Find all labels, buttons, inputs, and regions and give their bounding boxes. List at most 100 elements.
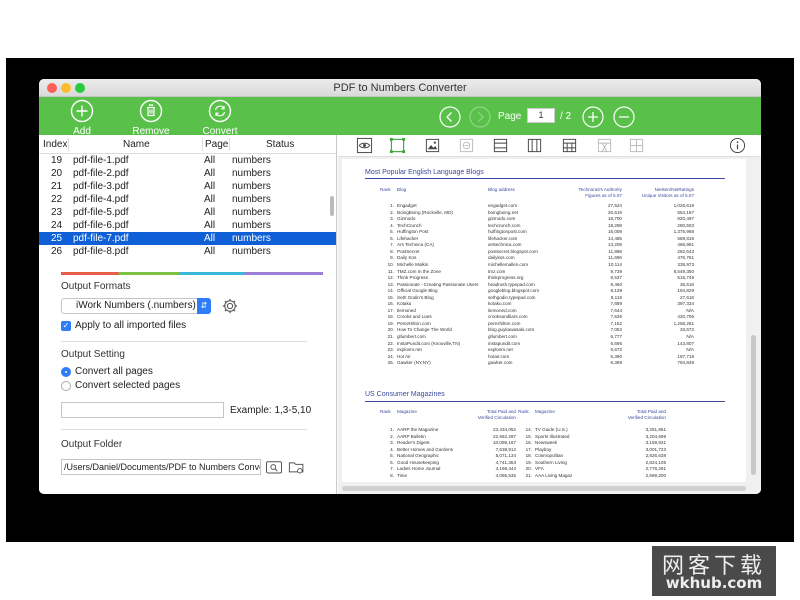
table-row[interactable]: 23 pdf-file-5.pdf All numbers	[39, 206, 336, 219]
doc-header-mag-name: Magazine	[397, 409, 417, 414]
doc-table-cell: 33,673	[679, 327, 694, 333]
table-row[interactable]: 19 pdf-file-1.pdf All numbers	[39, 154, 336, 167]
file-panel: Index Name Page Status 19 pdf-file-1.pdf A…	[39, 135, 337, 494]
doc-table-cell: 6,777	[610, 334, 623, 339]
open-folder-icon[interactable]	[287, 458, 306, 476]
header-page[interactable]: Page	[205, 139, 228, 150]
doc-table-cell: 143,807	[677, 340, 694, 346]
table-row[interactable]: 25 pdf-file-7.pdf All numbers	[39, 232, 336, 245]
zoom-in-icon[interactable]	[582, 106, 604, 128]
convert-selected-radio[interactable]	[61, 381, 71, 391]
doc-table-cell: 5.	[390, 453, 394, 459]
convert-button[interactable]: Convert	[190, 99, 250, 137]
file-table-header: Index Name Page Status	[39, 135, 336, 154]
eye-icon[interactable]	[356, 137, 373, 154]
doc-table-cell: 20.	[525, 466, 532, 472]
doc-table-cell: Gawker (NY,NY)	[397, 360, 431, 366]
cell-index: 23	[51, 207, 63, 218]
prev-page-icon[interactable]	[439, 106, 461, 128]
doc-title-blogs: Most Popular English Language Blogs	[365, 169, 484, 176]
table-row[interactable]: 20 pdf-file-2.pdf All numbers	[39, 167, 336, 180]
merge-cells-icon[interactable]	[596, 137, 613, 154]
convert-all-radio[interactable]	[61, 367, 71, 377]
doc-table-cell: 1.	[390, 427, 394, 432]
doc-table-cell: Time	[397, 472, 408, 478]
doc-table-cell: 2,778,291	[645, 466, 666, 472]
doc-table-cell: 5.	[390, 229, 394, 235]
refresh-icon	[208, 99, 232, 123]
doc-table-cell: 8,460	[610, 281, 623, 287]
next-page-icon[interactable]	[469, 106, 491, 128]
header-name[interactable]: Name	[123, 139, 150, 150]
cell-name: pdf-file-4.pdf	[73, 194, 129, 205]
zoom-out-icon[interactable]	[613, 106, 635, 128]
cell-index: 25	[51, 233, 63, 244]
doc-table-cell: Daily Kos	[397, 255, 417, 261]
doc-table-cell: 4,741,353	[495, 459, 516, 465]
preview-vertical-scrollbar[interactable]	[751, 335, 756, 475]
output-format-select[interactable]: iWork Numbers (.numbers) ⇵	[61, 298, 211, 314]
remove-button[interactable]: Remove	[121, 99, 181, 137]
cell-index: 24	[51, 220, 63, 231]
info-icon[interactable]	[729, 137, 746, 154]
doc-table-cell: 9,739	[610, 268, 623, 274]
select-area-icon[interactable]	[389, 137, 406, 154]
doc-table-cell: 13,208	[607, 242, 622, 248]
table-row[interactable]: 22 pdf-file-4.pdf All numbers	[39, 193, 336, 206]
doc-table-cell: 197,718	[677, 353, 694, 359]
doc-table-cell: sethgodin.typepad.com	[488, 294, 536, 300]
gear-icon[interactable]	[221, 297, 239, 315]
page-number-input[interactable]: 1	[527, 108, 555, 123]
remove-region-icon[interactable]	[458, 137, 475, 154]
doc-table-cell: 8,549,350	[673, 268, 694, 274]
table-row[interactable]: 24 pdf-file-6.pdf All numbers	[39, 219, 336, 232]
header-separator	[229, 138, 230, 151]
doc-table-cell: Gizmodo	[397, 216, 416, 222]
watermark-logo: 网客下载 wkhub.com	[652, 546, 776, 596]
doc-table-cell: 3,159,931	[645, 440, 666, 446]
doc-table-cell: 7,152	[610, 320, 623, 326]
doc-table-cell: 8.	[390, 248, 394, 254]
doc-table-cell: Huffington Post	[397, 229, 429, 235]
search-folder-icon[interactable]	[265, 458, 283, 476]
image-region-icon[interactable]	[424, 137, 441, 154]
page-range-example: Example: 1,3-5,10	[230, 405, 312, 416]
page-total: / 2	[560, 111, 572, 122]
doc-table-cell: 15.	[525, 433, 532, 439]
doc-table-cell: 12.	[387, 275, 394, 281]
page-range-input[interactable]	[61, 402, 224, 418]
table-row[interactable]: 26 pdf-file-8.pdf All numbers	[39, 245, 336, 258]
split-cells-icon[interactable]	[628, 137, 645, 154]
preview-horizontal-scrollbar[interactable]	[342, 486, 746, 491]
doc-table-cell: hotair.com	[488, 353, 510, 359]
doc-table-cell: 25.	[387, 360, 394, 366]
doc-table-cell: Newsweek	[535, 440, 558, 446]
doc-table-cell: 2,824,105	[645, 459, 666, 465]
doc-table-cell: 24.	[387, 353, 394, 359]
add-button[interactable]: Add	[52, 99, 112, 137]
output-folder-path[interactable]: /Users/Daniel/Documents/PDF to Numbers C…	[61, 459, 261, 475]
doc-table-cell: Ladies Home Journal	[397, 466, 441, 472]
doc-table-cell: 23,434,052	[493, 427, 516, 432]
doc-table-cell: headrush.typepad.com	[488, 281, 535, 287]
file-list-scrollbar[interactable]	[330, 196, 334, 216]
doc-table-cell: Playboy	[535, 446, 552, 452]
header-index[interactable]: Index	[43, 139, 67, 150]
doc-table-cell: 794,849	[677, 360, 694, 366]
doc-header-mag-circ-2: Total Paid and Verified Circulation	[612, 409, 666, 420]
apply-all-checkbox[interactable]: ✓	[61, 321, 71, 331]
doc-table-cell: huffingtonpost.com	[488, 229, 527, 235]
doc-table-cell: 3,261,951	[645, 427, 666, 432]
cell-status: numbers	[232, 194, 271, 205]
doc-table-cell: Good Housekeeping	[397, 459, 439, 465]
insert-row-icon[interactable]	[492, 137, 509, 154]
insert-column-icon[interactable]	[526, 137, 543, 154]
doc-table-cell: instapundit.com	[488, 340, 521, 346]
doc-table-cell: 18,298	[607, 222, 622, 228]
table-row[interactable]: 21 pdf-file-3.pdf All numbers	[39, 180, 336, 193]
doc-table-cell: 554,187	[677, 209, 694, 215]
header-status[interactable]: Status	[266, 139, 294, 150]
table-grid-icon[interactable]	[561, 137, 578, 154]
doc-table-cell: 14.	[525, 427, 532, 432]
doc-table-cell: 11,696	[608, 255, 622, 261]
